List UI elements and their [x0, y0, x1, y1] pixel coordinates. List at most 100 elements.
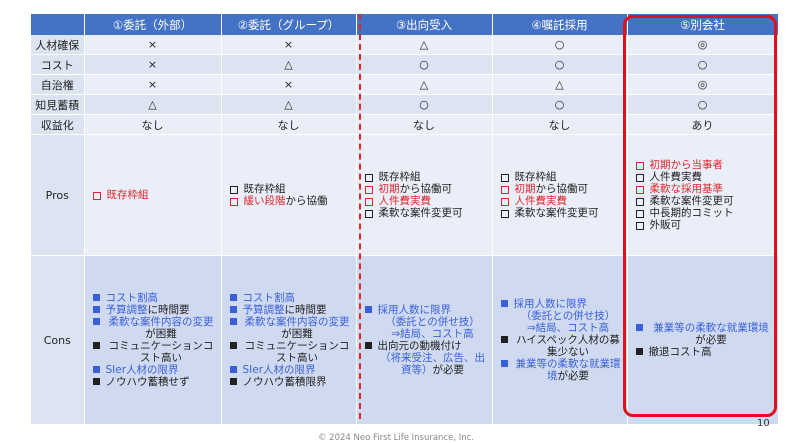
cell: なし [221, 114, 357, 135]
list-item: 人件費実費 [364, 195, 488, 207]
row-label: 知見蓄積 [31, 94, 85, 115]
cell: × [221, 35, 357, 55]
bullet-icon [229, 366, 237, 373]
bullet-icon [92, 318, 100, 325]
bullet-icon [229, 186, 238, 194]
bullet-icon [500, 174, 509, 182]
bullet-icon [229, 378, 237, 385]
cell: なし [356, 114, 493, 135]
bullet-icon [92, 294, 100, 301]
list-item: コスト割高 [92, 292, 217, 304]
cell: ○ [356, 54, 493, 75]
cell: なし [84, 114, 222, 135]
row-label: 自治権 [31, 74, 85, 95]
list-item: コミュニケーションコスト高い [229, 340, 352, 364]
list-subtext: （委託との併せ技） [385, 316, 480, 328]
row-label: 人材確保 [31, 35, 85, 55]
bullet-icon [500, 336, 508, 343]
bullet-icon [92, 378, 100, 385]
bullet-icon [364, 306, 372, 313]
list-item: SIer人材の限界 [92, 364, 217, 376]
slide: ①委託（外部） ②委託（グループ） ③出向受入 ④嘱託採用 ⑤別会社 人材確保 … [0, 0, 792, 443]
header-empty [31, 14, 85, 35]
list-item: ノウハウ蓄積限界 [229, 376, 352, 388]
pros-col-1: 既存枠組 [84, 134, 222, 256]
list-item: 出向元の動機付け [364, 340, 488, 352]
bullet-icon [364, 174, 373, 182]
list-item: 採用人数に限界 [364, 304, 488, 316]
cell: なし [492, 114, 628, 135]
cons-col-4: 採用人数に限界 （委託との併せ技） ⇒結局、コスト高 ハイスペック人材の募集少な… [492, 255, 628, 425]
cell: × [84, 54, 222, 75]
list-item: 柔軟な案件内容の変更が困難 [229, 316, 352, 340]
list-item: 初期から協働可 [500, 183, 623, 195]
list-item: コスト割高 [229, 292, 352, 304]
cons-col-1: コスト割高 予算調整に時間要 柔軟な案件内容の変更が困難 コミュニケーションコス… [84, 255, 222, 425]
cell: ○ [492, 94, 628, 115]
bullet-icon [500, 198, 509, 206]
list-item: 既存枠組 [364, 171, 488, 183]
list-item: 人件費実費 [500, 195, 623, 207]
cell: × [221, 74, 357, 95]
list-item: 初期から協働可 [364, 183, 488, 195]
list-item: 採用人数に限界 [500, 298, 623, 310]
cell: △ [356, 74, 493, 95]
bullet-icon [229, 306, 237, 313]
bullet-icon [229, 294, 237, 301]
pros-col-2: 既存枠組 緩い段階から協働 [221, 134, 357, 256]
pros-col-3: 既存枠組 初期から協働可 人件費実費 柔軟な案件変更可 [356, 134, 493, 256]
list-item: 柔軟な案件変更可 [500, 207, 623, 219]
list-item: 柔軟な案件内容の変更が困難 [92, 316, 217, 340]
cons-col-2: コスト割高 予算調整に時間要 柔軟な案件内容の変更が困難 コミュニケーションコス… [221, 255, 357, 425]
list-item: 兼業等の柔軟な就業環境が必要 [500, 358, 623, 382]
header-col-4: ④嘱託採用 [492, 14, 628, 35]
header-col-3: ③出向受入 [356, 14, 493, 35]
bullet-icon [364, 210, 373, 218]
list-item: コミュニケーションコスト高い [92, 340, 217, 364]
cell: ○ [492, 35, 628, 55]
bullet-icon [92, 192, 101, 200]
bullet-icon [229, 198, 238, 206]
list-subtext: ⇒結局、コスト高 [391, 328, 474, 340]
header-col-2: ②委託（グループ） [221, 14, 357, 35]
list-item: ノウハウ蓄積せず [92, 376, 217, 388]
list-subtext: （委託との併せ技） [520, 310, 616, 322]
list-item: 既存枠組 [500, 171, 623, 183]
bullet-icon [500, 210, 509, 218]
cell: △ [84, 94, 222, 115]
header-col-1: ①委託（外部） [84, 14, 222, 35]
row-label: コスト [31, 54, 85, 75]
list-subtext: ⇒結局、コスト高 [526, 322, 610, 334]
list-item: 柔軟な案件変更可 [364, 207, 488, 219]
list-subtext: （将来受注、広告、出資等）が必要 [380, 352, 485, 376]
divider-dashed-line [359, 14, 361, 419]
list-item: 予算調整に時間要 [92, 304, 217, 316]
list-item: 既存枠組 [92, 189, 217, 201]
bullet-icon [500, 360, 508, 367]
bullet-icon [92, 366, 100, 373]
cell: △ [356, 35, 493, 55]
cell: △ [221, 94, 357, 115]
row-label: Cons [31, 255, 85, 425]
list-item: SIer人材の限界 [229, 364, 352, 376]
cell: × [84, 35, 222, 55]
bullet-icon [364, 198, 373, 206]
bullet-icon [229, 342, 237, 349]
bullet-icon [364, 186, 373, 194]
cons-col-3: 採用人数に限界 （委託との併せ技） ⇒結局、コスト高 出向元の動機付け （将来受… [356, 255, 493, 425]
list-item: 緩い段階から協働 [229, 195, 352, 207]
cell: ○ [492, 54, 628, 75]
cell: × [84, 74, 222, 95]
cell: △ [492, 74, 628, 95]
bullet-icon [364, 342, 372, 349]
list-item: 予算調整に時間要 [229, 304, 352, 316]
bullet-icon [500, 186, 509, 194]
page-number: 10 [757, 418, 770, 429]
bullet-icon [500, 300, 508, 307]
row-label: 収益化 [31, 114, 85, 135]
pros-col-4: 既存枠組 初期から協働可 人件費実費 柔軟な案件変更可 [492, 134, 628, 256]
list-item: 既存枠組 [229, 183, 352, 195]
bullet-icon [92, 342, 100, 349]
list-item: ハイスペック人材の募集少ない [500, 334, 623, 358]
cell: △ [221, 54, 357, 75]
